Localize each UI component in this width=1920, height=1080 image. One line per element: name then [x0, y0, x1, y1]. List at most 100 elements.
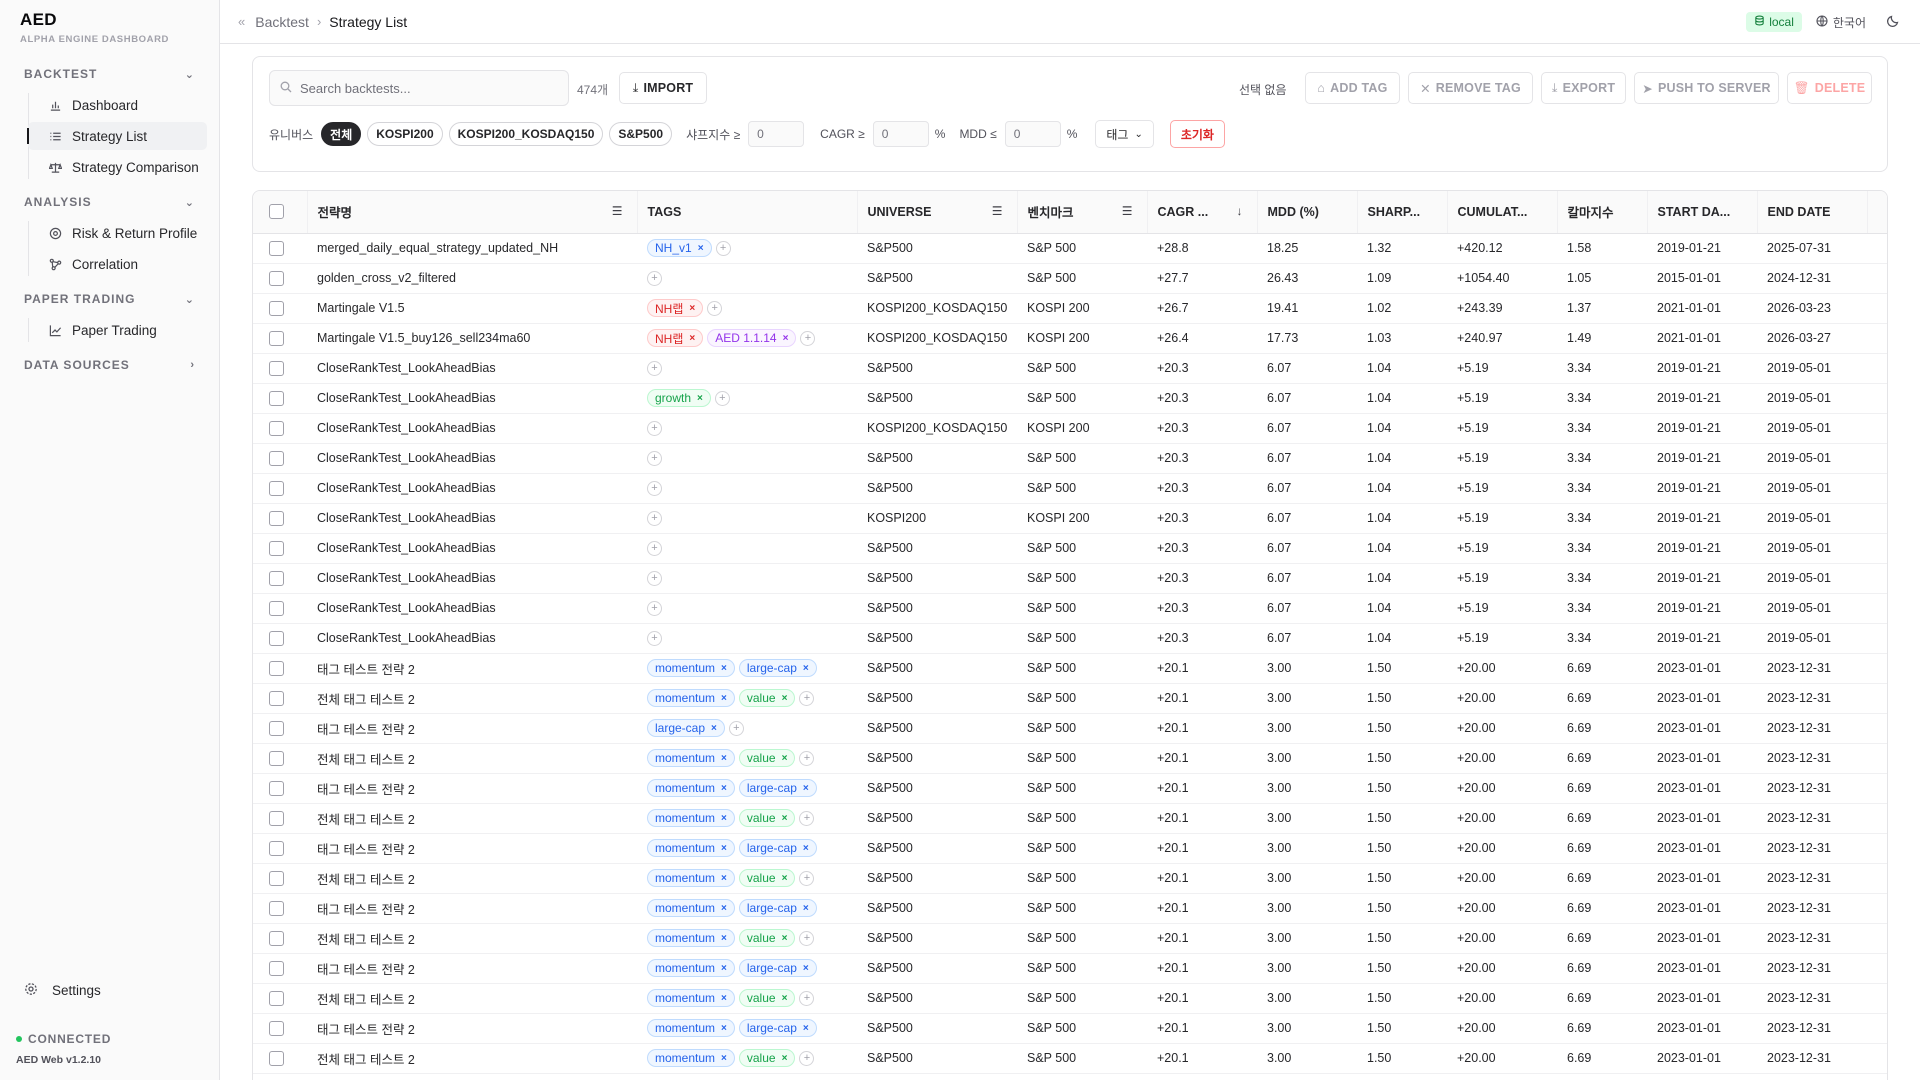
strategy-name-cell[interactable]: CloseRankTest_LookAheadBias: [307, 413, 637, 444]
row-checkbox[interactable]: [269, 240, 284, 256]
breadcrumb-parent[interactable]: Backtest: [255, 14, 309, 30]
table-row[interactable]: 태그 테스트 전략 2 momentum × large-cap × S&P500 S&P …: [253, 953, 1887, 984]
remove-tag-icon[interactable]: ×: [803, 963, 809, 974]
remove-tag-icon[interactable]: ×: [721, 783, 727, 794]
remove-tag-icon[interactable]: ×: [721, 1023, 727, 1034]
strategy-name-cell[interactable]: 전체 태그 테스트 2: [307, 863, 637, 894]
remove-tag-icon[interactable]: ×: [782, 933, 788, 944]
collapse-sidebar-icon[interactable]: «: [238, 14, 245, 29]
tag-chip[interactable]: momentum ×: [647, 1019, 735, 1037]
tag-chip[interactable]: large-cap ×: [647, 719, 725, 737]
universe-option-sp500[interactable]: S&P500: [609, 122, 673, 146]
table-row[interactable]: 전체 태그 테스트 2 momentum × value × + S&P500 S&P 500…: [253, 743, 1887, 774]
sidebar-item-paper-trading[interactable]: Paper Trading: [28, 316, 207, 344]
export-button[interactable]: ⤓ EXPORT: [1541, 72, 1626, 104]
tag-chip[interactable]: NH랩 ×: [647, 329, 704, 347]
add-tag-plus-icon[interactable]: +: [647, 360, 662, 376]
delete-button[interactable]: 🗑 DELETE: [1787, 72, 1872, 104]
tag-chip[interactable]: momentum ×: [647, 839, 735, 857]
add-tag-plus-icon[interactable]: +: [715, 240, 731, 256]
column-header-start-date[interactable]: START DA...: [1646, 191, 1757, 234]
row-checkbox[interactable]: [269, 840, 284, 856]
strategy-name-cell[interactable]: CloseRankTest_LookAheadBias: [307, 353, 637, 384]
row-checkbox[interactable]: [269, 480, 284, 496]
tag-chip[interactable]: growth ×: [647, 389, 711, 407]
row-checkbox[interactable]: [269, 510, 284, 526]
table-row[interactable]: Martingale V1.5_buy126_sell234ma60 NH랩 × AE…: [253, 323, 1887, 354]
tag-chip[interactable]: large-cap ×: [738, 899, 817, 917]
strategy-name-cell[interactable]: 전체 태그 테스트 2: [307, 743, 637, 774]
strategy-name-cell[interactable]: CloseRankTest_LookAheadBias: [307, 503, 637, 534]
table-row[interactable]: 태그 테스트 전략 2 momentum × large-cap × S&P500 S&P …: [253, 773, 1887, 804]
table-row[interactable]: CloseRankTest_LookAheadBias + S&P500 S&P 50…: [253, 563, 1887, 594]
filter-icon[interactable]: ☰: [992, 204, 1003, 218]
strategy-name-cell[interactable]: 태그 테스트 전략 2: [307, 1013, 637, 1044]
add-tag-button[interactable]: ⌂ ADD TAG: [1305, 72, 1400, 104]
remove-tag-icon[interactable]: ×: [782, 813, 788, 824]
tag-chip[interactable]: momentum ×: [647, 749, 735, 767]
theme-toggle-moon-icon[interactable]: [1886, 14, 1900, 31]
table-row[interactable]: CloseRankTest_LookAheadBias + S&P500 S&P 50…: [253, 353, 1887, 384]
nav-section-header-analysis[interactable]: ANALYSIS ⌄: [0, 191, 219, 213]
strategy-name-cell[interactable]: CloseRankTest_LookAheadBias: [307, 533, 637, 564]
tag-chip[interactable]: momentum ×: [647, 689, 735, 707]
table-row[interactable]: 태그 테스트 전략 2 momentum × large-cap × S&P500 S&P …: [253, 893, 1887, 924]
add-tag-plus-icon[interactable]: +: [647, 480, 662, 496]
remove-tag-icon[interactable]: ×: [783, 333, 789, 344]
row-checkbox[interactable]: [269, 690, 284, 706]
column-header-universe[interactable]: UNIVERSE ☰: [856, 191, 1017, 234]
column-header-mdd[interactable]: MDD (%): [1256, 191, 1357, 234]
remove-tag-icon[interactable]: ×: [721, 753, 727, 764]
row-checkbox[interactable]: [269, 360, 284, 376]
table-row[interactable]: CloseRankTest_LookAheadBias + KOSPI200 KOSP…: [253, 503, 1887, 534]
tag-chip[interactable]: momentum ×: [647, 929, 735, 947]
remove-tag-icon[interactable]: ×: [698, 243, 704, 254]
remove-tag-icon[interactable]: ×: [782, 753, 788, 764]
strategy-name-cell[interactable]: Martingale V1.5: [307, 293, 637, 324]
row-checkbox[interactable]: [269, 390, 284, 406]
row-checkbox[interactable]: [269, 450, 284, 466]
strategy-name-cell[interactable]: 태그 테스트 전략 2: [307, 653, 637, 684]
strategy-name-cell[interactable]: 태그 테스트 전략 2: [307, 833, 637, 864]
strategy-name-cell[interactable]: Martingale V1.5_buy126_sell234ma60: [307, 323, 637, 354]
strategy-name-cell[interactable]: 태그 테스트 전략 2: [307, 893, 637, 924]
row-checkbox[interactable]: [269, 930, 284, 946]
tag-chip[interactable]: AED 1.1.14 ×: [707, 329, 797, 347]
select-all-checkbox[interactable]: [269, 204, 284, 220]
row-checkbox[interactable]: [269, 420, 284, 436]
tag-chip[interactable]: large-cap ×: [738, 839, 817, 857]
tag-chip[interactable]: value ×: [738, 809, 796, 827]
table-row[interactable]: 태그 테스트 전략 2 large-cap × + S&P500 S&P 500 +20.1…: [253, 713, 1887, 744]
table-row[interactable]: 전체 태그 테스트 2 momentum × value × + S&P500 S&P 500…: [253, 923, 1887, 954]
tag-chip[interactable]: value ×: [738, 1049, 796, 1067]
add-tag-plus-icon[interactable]: +: [728, 720, 744, 736]
sidebar-item-strategy-comparison[interactable]: Strategy Comparison: [28, 153, 207, 181]
column-header-benchmark[interactable]: 벤치마크 ☰: [1016, 191, 1147, 234]
add-tag-plus-icon[interactable]: +: [799, 870, 815, 886]
remove-tag-icon[interactable]: ×: [721, 963, 727, 974]
table-row[interactable]: Martingale V1.5 NH랩 × + KOSPI200_KOSDAQ150 KO…: [253, 293, 1887, 324]
add-tag-plus-icon[interactable]: +: [799, 810, 815, 826]
row-checkbox[interactable]: [269, 540, 284, 556]
tag-chip[interactable]: large-cap ×: [738, 959, 817, 977]
strategy-name-cell[interactable]: CloseRankTest_LookAheadBias: [307, 623, 637, 654]
remove-tag-button[interactable]: ✕ REMOVE TAG: [1408, 72, 1533, 104]
add-tag-plus-icon[interactable]: +: [800, 330, 816, 346]
row-checkbox[interactable]: [269, 810, 284, 826]
remove-tag-icon[interactable]: ×: [721, 993, 727, 1004]
cagr-min-input[interactable]: [872, 121, 929, 147]
remove-tag-icon[interactable]: ×: [721, 873, 727, 884]
add-tag-plus-icon[interactable]: +: [707, 300, 723, 316]
universe-option-all[interactable]: 전체: [321, 122, 362, 146]
table-row[interactable]: CloseRankTest_LookAheadBias growth × + S&P50…: [253, 383, 1887, 414]
remove-tag-icon[interactable]: ×: [782, 993, 788, 1004]
sidebar-item-correlation[interactable]: Correlation: [28, 250, 207, 278]
table-row[interactable]: 전체 태그 테스트 2 momentum × value × + S&P500 S&P 500…: [253, 683, 1887, 714]
language-selector[interactable]: 한국어: [1816, 14, 1866, 31]
sidebar-item-settings[interactable]: Settings: [24, 982, 101, 999]
filter-icon[interactable]: ☰: [612, 204, 623, 218]
row-checkbox[interactable]: [269, 660, 284, 676]
table-row[interactable]: CloseRankTest_LookAheadBias + KOSPI200_KOS…: [253, 413, 1887, 444]
strategy-name-cell[interactable]: 태그 테스트 전략 2: [307, 773, 637, 804]
remove-tag-icon[interactable]: ×: [803, 663, 809, 674]
